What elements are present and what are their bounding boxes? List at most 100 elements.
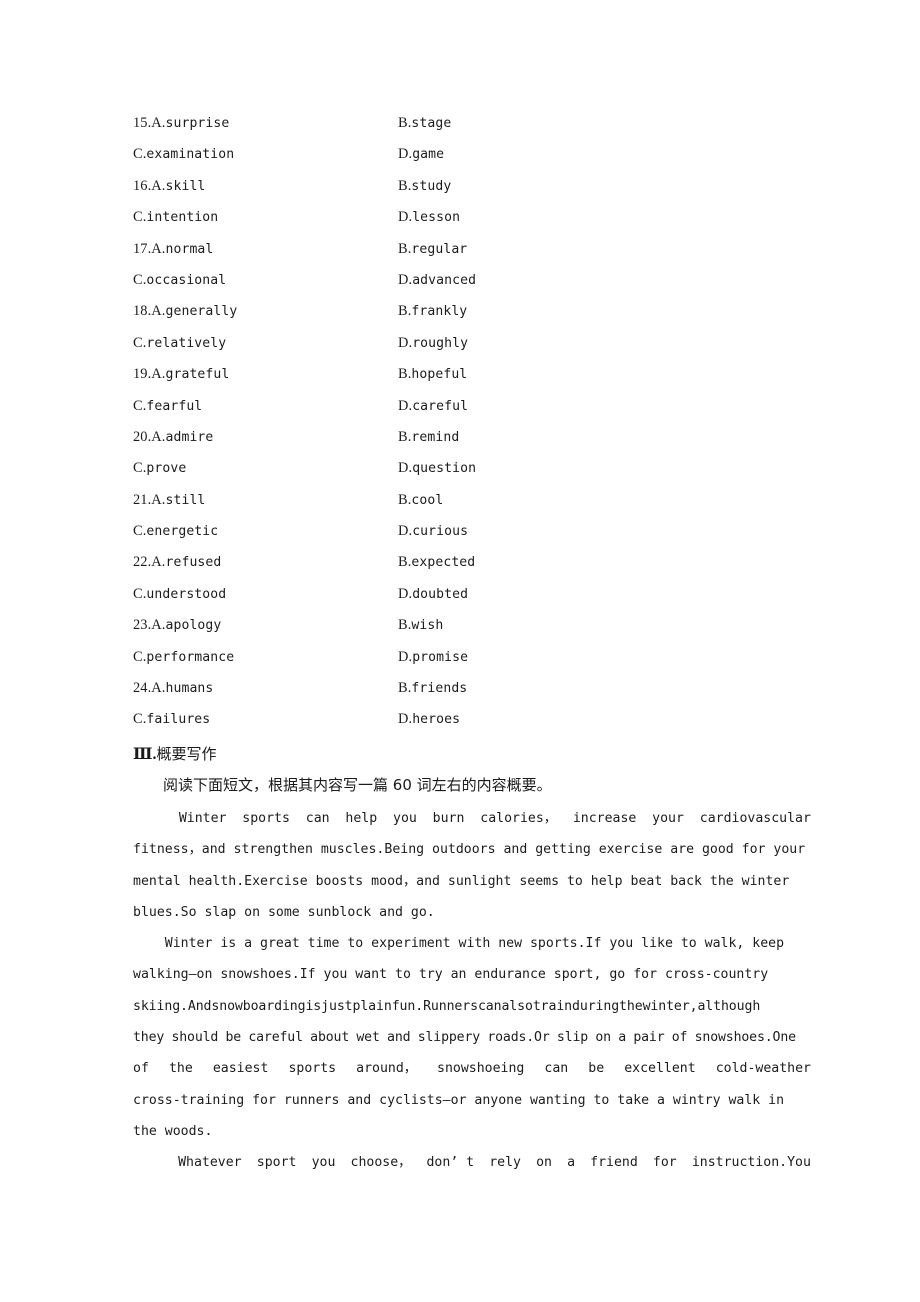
- option-text: heroes: [412, 712, 461, 728]
- mc-option-b[interactable]: B.study: [398, 171, 451, 202]
- mc-option-a[interactable]: 24.A.humans: [133, 673, 398, 704]
- mc-option-d[interactable]: D.doubted: [398, 579, 468, 610]
- option-letter: D.: [398, 711, 413, 728]
- mc-option-d[interactable]: D.advanced: [398, 265, 476, 296]
- mc-option-c[interactable]: C.prove: [133, 453, 398, 484]
- mc-option-c[interactable]: C.failures: [133, 704, 398, 735]
- mc-option-c[interactable]: C.energetic: [133, 516, 398, 547]
- mc-option-b[interactable]: B.regular: [398, 234, 467, 265]
- passage-word: increase: [572, 811, 637, 826]
- option-letter: A.: [151, 491, 166, 508]
- mc-option-b[interactable]: B.remind: [398, 422, 459, 453]
- passage-word: excellent: [624, 1061, 696, 1077]
- option-text: examination: [146, 147, 235, 163]
- passage-line: of the easiest sports around， snowshoeing can b…: [133, 1053, 811, 1084]
- reading-passage: Winter sports can help you burn calories， incre…: [133, 803, 811, 1179]
- mc-row: 22.A.refused B.expected: [133, 547, 823, 578]
- mc-option-a[interactable]: 15.A.surprise: [133, 108, 398, 139]
- option-text: stage: [411, 116, 452, 131]
- mc-option-c[interactable]: C.understood: [133, 579, 398, 610]
- mc-option-d[interactable]: D.lesson: [398, 202, 460, 233]
- mc-row: C.understood D.doubted: [133, 579, 823, 610]
- mc-option-c[interactable]: C.examination: [133, 139, 398, 170]
- mc-row: C.energetic D.curious: [133, 516, 823, 547]
- mc-option-c[interactable]: C.intention: [133, 202, 398, 233]
- option-text: wish: [411, 618, 444, 634]
- passage-line: blues.So slap on some sunblock and go.: [133, 904, 435, 920]
- option-text: still: [165, 492, 206, 508]
- option-text: hopeful: [411, 367, 468, 383]
- mc-row: 23.A.apology B.wish: [133, 610, 823, 641]
- option-letter: C.: [133, 209, 147, 226]
- passage-word: you: [311, 1155, 336, 1171]
- question-number: 21.: [133, 491, 152, 508]
- mc-option-d[interactable]: D.careful: [398, 391, 468, 422]
- section-title: 概要写作: [156, 745, 217, 763]
- passage-word: sport: [256, 1155, 297, 1171]
- mc-option-d[interactable]: D.heroes: [398, 704, 460, 735]
- mc-option-a[interactable]: 16.A.skill: [133, 171, 398, 202]
- mc-option-a[interactable]: 21.A.still: [133, 485, 398, 516]
- mc-option-c[interactable]: C.relatively: [133, 328, 398, 359]
- mc-option-a[interactable]: 23.A.apology: [133, 610, 398, 641]
- question-number: 20.: [133, 428, 152, 445]
- multiple-choice-list: 15.A.surprise B.stage C.examination D.game 1…: [133, 108, 823, 736]
- option-letter: D.: [398, 523, 413, 540]
- option-text: careful: [412, 398, 469, 414]
- mc-option-a[interactable]: 20.A.admire: [133, 422, 398, 453]
- mc-row: 21.A.still B.cool: [133, 485, 823, 516]
- option-text: cool: [411, 492, 444, 508]
- option-text: skill: [165, 178, 206, 194]
- option-letter: D.: [398, 648, 413, 665]
- mc-row: 20.A.admire B.remind: [133, 422, 823, 453]
- passage-word: easiest: [212, 1061, 269, 1077]
- option-letter: A.: [151, 303, 166, 320]
- mc-option-b[interactable]: B.frankly: [398, 296, 467, 327]
- mc-option-c[interactable]: C.fearful: [133, 391, 398, 422]
- mc-option-b[interactable]: B.friends: [398, 673, 467, 704]
- passage-word: sports: [242, 811, 290, 826]
- option-letter: B.: [398, 554, 412, 571]
- option-letter: B.: [398, 617, 412, 634]
- section-roman-numeral: Ⅲ.: [133, 746, 157, 763]
- mc-option-a[interactable]: 17.A.normal: [133, 234, 398, 265]
- option-text: admire: [165, 429, 214, 445]
- passage-word: rely: [489, 1155, 521, 1171]
- mc-option-b[interactable]: B.cool: [398, 485, 443, 516]
- question-number: 18.: [133, 303, 152, 320]
- passage-line: they should be careful about wet and sli…: [133, 1030, 796, 1046]
- mc-option-c[interactable]: C.performance: [133, 642, 398, 673]
- option-text: energetic: [146, 524, 219, 540]
- option-text: generally: [165, 304, 238, 320]
- mc-option-b[interactable]: B.hopeful: [398, 359, 467, 390]
- mc-option-d[interactable]: D.promise: [398, 642, 468, 673]
- option-text: friends: [411, 681, 468, 697]
- option-text: advanced: [412, 272, 477, 288]
- option-text: regular: [411, 241, 468, 257]
- mc-option-a[interactable]: 22.A.refused: [133, 547, 398, 578]
- mc-option-d[interactable]: D.roughly: [398, 328, 468, 359]
- mc-row: 24.A.humans B.friends: [133, 673, 823, 704]
- mc-option-b[interactable]: B.expected: [398, 547, 475, 578]
- mc-option-c[interactable]: C.occasional: [133, 265, 398, 296]
- option-letter: B.: [398, 177, 412, 194]
- mc-option-b[interactable]: B.wish: [398, 610, 443, 641]
- option-letter: B.: [398, 491, 412, 508]
- mc-option-a[interactable]: 18.A.generally: [133, 296, 398, 327]
- option-letter: B.: [398, 366, 412, 383]
- passage-line: cross-training for runners and cyclists—…: [133, 1092, 785, 1108]
- passage-word: be: [588, 1061, 605, 1077]
- passage-word: cold-weather: [715, 1061, 811, 1077]
- passage-line: fitness，and strengthen muscles.Being out…: [133, 842, 806, 858]
- section-instruction: 阅读下面短文，根据其内容写一篇 60 词左右的内容概要。: [163, 776, 552, 794]
- mc-option-b[interactable]: B.stage: [398, 108, 451, 139]
- passage-word: your: [652, 811, 684, 826]
- mc-option-d[interactable]: D.question: [398, 453, 476, 484]
- option-letter: D.: [398, 397, 413, 414]
- option-letter: C.: [133, 146, 147, 163]
- passage-word: the: [168, 1061, 193, 1077]
- mc-option-a[interactable]: 19.A.grateful: [133, 359, 398, 390]
- option-text: normal: [165, 241, 214, 257]
- mc-option-d[interactable]: D.game: [398, 139, 444, 170]
- mc-option-d[interactable]: D.curious: [398, 516, 468, 547]
